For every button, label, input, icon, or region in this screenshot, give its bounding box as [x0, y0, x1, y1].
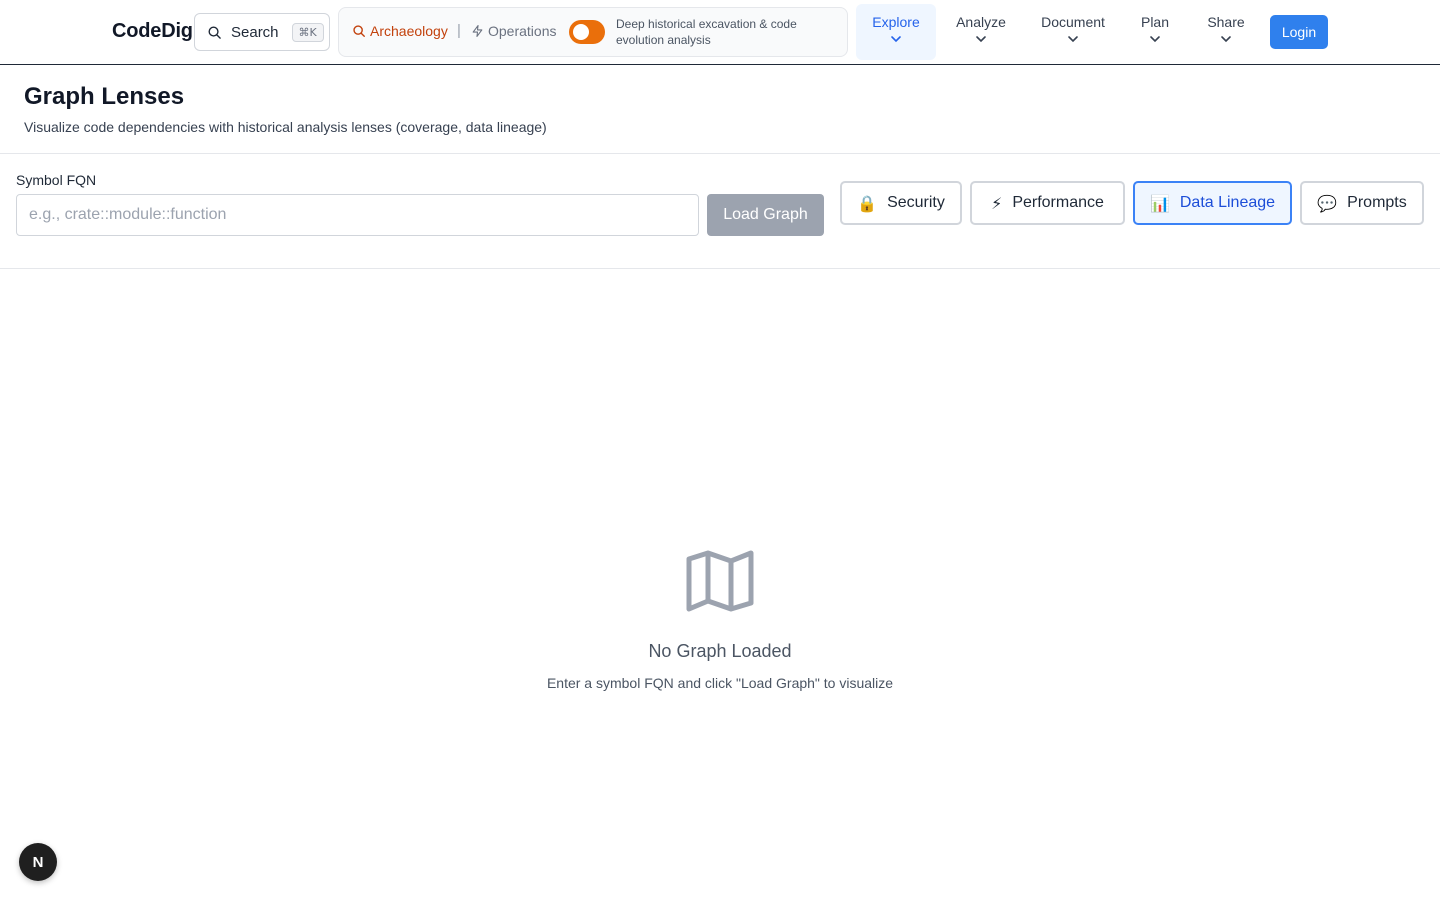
symbol-fqn-label: Symbol FQN [16, 172, 97, 188]
nav-explore[interactable]: Explore [856, 4, 936, 60]
chevron-down-icon [891, 36, 901, 43]
nav-explore-label: Explore [872, 14, 920, 30]
load-graph-button[interactable]: Load Graph [707, 194, 824, 236]
mode-toggle[interactable] [569, 20, 605, 44]
lens-security-button[interactable]: 🔒 Security [840, 181, 962, 225]
mode-operations[interactable]: Operations [471, 23, 556, 39]
mode-description: Deep historical excavation & code evolut… [616, 17, 797, 47]
mode-archaeology[interactable]: Archaeology [352, 23, 448, 39]
chevron-down-icon [1221, 36, 1231, 43]
mode-separator: | [457, 22, 461, 39]
lightning-icon: ⚡ [991, 193, 1003, 213]
lens-data-lineage-button[interactable]: 📊 Data Lineage [1133, 181, 1292, 225]
magnifier-icon [353, 25, 365, 37]
lens-prompts-label: Prompts [1347, 194, 1407, 211]
search-label: Search [231, 23, 279, 41]
chevron-down-icon [1150, 36, 1160, 43]
lock-icon: 🔒 [857, 193, 878, 213]
nav-plan-label: Plan [1140, 14, 1170, 30]
mode-archaeology-label: Archaeology [370, 23, 448, 39]
toggle-knob [573, 24, 589, 40]
lens-data-lineage-label: Data Lineage [1179, 194, 1276, 211]
login-button[interactable]: Login [1270, 15, 1328, 49]
empty-state-hint: Enter a symbol FQN and click "Load Graph… [546, 675, 894, 691]
controls-divider [0, 268, 1440, 269]
nav-document[interactable]: Document [1032, 4, 1114, 60]
nav-share-label: Share [1207, 14, 1245, 30]
search-icon [208, 26, 221, 39]
symbol-fqn-input[interactable] [16, 194, 699, 236]
nav-analyze-label: Analyze [956, 14, 1006, 30]
nav-plan[interactable]: Plan [1130, 4, 1180, 60]
lens-performance-button[interactable]: ⚡ Performance [970, 181, 1125, 225]
nav-document-label: Document [1041, 14, 1105, 30]
chevron-down-icon [1068, 36, 1078, 43]
page-title: Graph Lenses [24, 83, 185, 110]
speech-bubble-icon: 💬 [1317, 193, 1338, 213]
lightning-icon [472, 25, 483, 37]
nav-analyze[interactable]: Analyze [946, 4, 1016, 60]
search-button[interactable]: Search ⌘K [194, 13, 330, 51]
map-icon [686, 550, 754, 612]
dev-tools-badge[interactable]: N [19, 843, 57, 881]
mode-operations-label: Operations [488, 23, 557, 39]
app-logo[interactable]: CodeDig [112, 20, 193, 43]
chevron-down-icon [976, 36, 986, 43]
mode-switcher: Archaeology | Operations Deep historical… [338, 7, 848, 57]
lens-security-label: Security [887, 194, 945, 211]
page-subtitle: Visualize code dependencies with histori… [24, 119, 547, 135]
empty-state-title: No Graph Loaded [648, 641, 792, 661]
top-navigation-bar: CodeDig Search ⌘K Archaeology | Operatio… [0, 0, 1440, 65]
bar-chart-icon: 📊 [1149, 193, 1170, 213]
section-divider [0, 153, 1440, 154]
nav-share[interactable]: Share [1196, 4, 1256, 60]
search-shortcut-badge: ⌘K [291, 22, 324, 42]
lens-performance-label: Performance [1012, 194, 1104, 211]
lens-prompts-button[interactable]: 💬 Prompts [1300, 181, 1424, 225]
